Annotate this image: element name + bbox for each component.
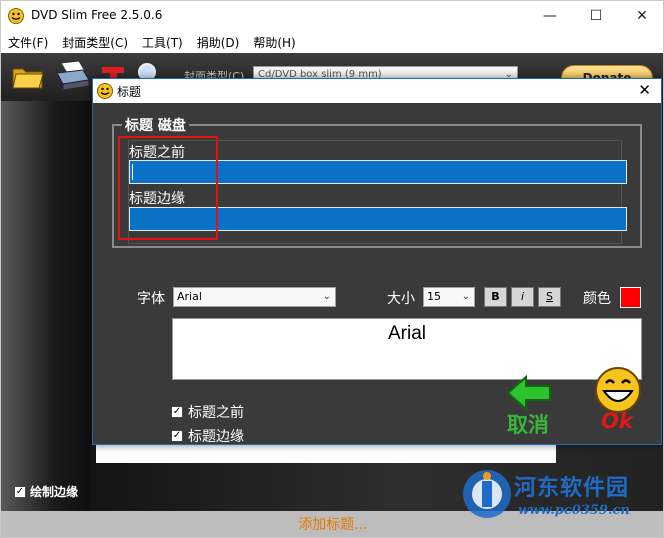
font-label: 字体 (137, 291, 165, 307)
cover-preview-strip (1, 101, 91, 511)
size-label: 大小 (387, 291, 415, 307)
checkbox-checked-icon: ✓ (14, 485, 26, 498)
watermark-url: www.pc0359.cn (518, 503, 630, 518)
cancel-button[interactable]: 取消 (507, 409, 549, 439)
title-before-check-label: 标题之前 (188, 405, 244, 421)
size-value: 15 (427, 290, 441, 303)
chevron-down-icon: ⌄ (322, 291, 331, 302)
preview-text: Arial (387, 323, 426, 344)
bold-button[interactable]: B (484, 287, 507, 307)
font-preview: Arial (172, 318, 642, 380)
smiley-app-icon (8, 8, 24, 28)
menu-donate[interactable]: 捐助(D) (190, 31, 247, 53)
highlight-frame (118, 136, 218, 240)
color-swatch[interactable] (620, 287, 641, 308)
draw-border-label: 绘制边缘 (30, 485, 79, 499)
checkbox-checked-icon: ✓ (171, 430, 183, 442)
window-title: DVD Slim Free 2.5.0.6 (31, 8, 163, 22)
chevron-down-icon: ⌄ (461, 291, 470, 302)
close-button[interactable]: ✕ (619, 1, 663, 31)
menu-cover-type[interactable]: 封面类型(C) (55, 31, 135, 53)
open-folder-icon[interactable] (11, 61, 45, 95)
watermark: 河东软件园 www.pc0359.cn (456, 463, 661, 523)
size-select[interactable]: 15 ⌄ (423, 287, 475, 307)
ok-button[interactable]: Ok (601, 409, 633, 433)
checkbox-checked-icon: ✓ (171, 406, 183, 418)
menu-bar: 文件(F) 封面类型(C) 工具(T) 捐助(D) 帮助(H) (1, 31, 663, 53)
dialog-body: 标题 磁盘 标题之前 标题边缘 字体 Arial ⌄ 大小 15 ⌄ B i S… (93, 103, 661, 446)
strike-button[interactable]: S (538, 287, 561, 307)
menu-tools[interactable]: 工具(T) (135, 31, 190, 53)
font-value: Arial (177, 290, 202, 303)
menu-file[interactable]: 文件(F) (1, 31, 55, 53)
title-dialog: 标题 ✕ 标题 磁盘 标题之前 标题边缘 字体 Arial ⌄ 大小 15 ⌄ … (92, 78, 662, 445)
title-bar: DVD Slim Free 2.5.0.6 — ☐ ✕ (1, 1, 663, 31)
dialog-close-icon[interactable]: ✕ (638, 81, 651, 99)
group-title: 标题 磁盘 (122, 115, 189, 135)
printer-icon[interactable] (53, 59, 91, 97)
color-label: 颜色 (583, 291, 611, 307)
maximize-button[interactable]: ☐ (573, 1, 619, 31)
italic-button[interactable]: i (511, 287, 534, 307)
app-window: DVD Slim Free 2.5.0.6 — ☐ ✕ 文件(F) 封面类型(C… (0, 0, 664, 538)
title-edge-check-label: 标题边缘 (188, 429, 244, 445)
menu-help[interactable]: 帮助(H) (246, 31, 302, 53)
title-edge-checkbox[interactable]: ✓ 标题边缘 (171, 426, 244, 446)
font-select[interactable]: Arial ⌄ (173, 287, 336, 307)
smiley-dialog-icon (97, 83, 113, 103)
watermark-text: 河东软件园 (514, 476, 630, 501)
title-before-checkbox[interactable]: ✓ 标题之前 (171, 402, 244, 422)
draw-border-checkbox[interactable]: ✓ 绘制边缘 (14, 483, 78, 500)
dialog-title: 标题 (117, 85, 142, 99)
minimize-button[interactable]: — (527, 1, 573, 31)
watermark-logo-icon (460, 467, 514, 525)
dialog-title-bar: 标题 ✕ (93, 79, 661, 103)
